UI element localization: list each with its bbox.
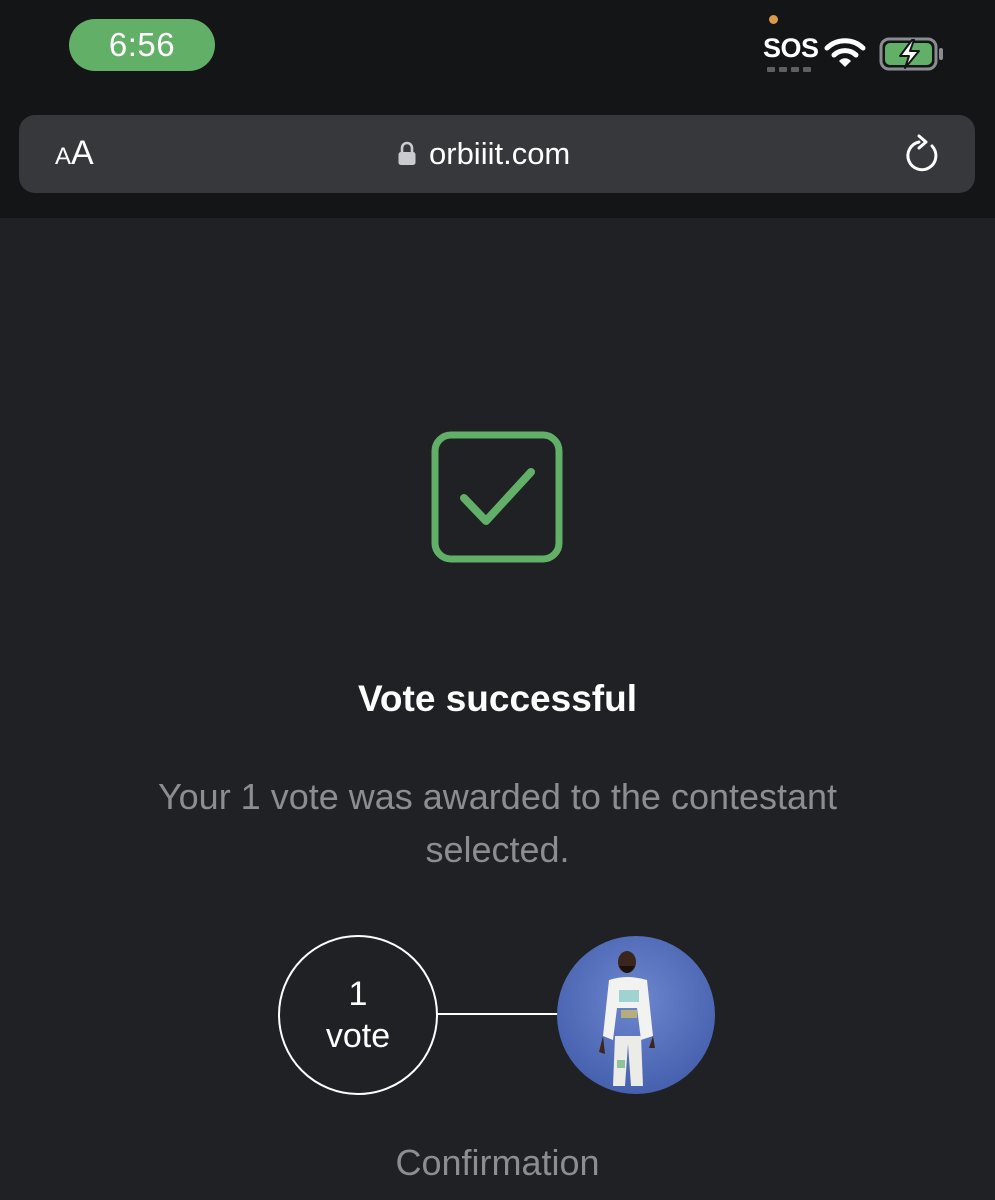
connector-line xyxy=(437,1013,559,1015)
lock-icon xyxy=(398,141,416,165)
battery-charging-icon xyxy=(879,37,943,71)
wifi-icon xyxy=(824,38,866,67)
confirmation-caption: Confirmation xyxy=(395,1142,600,1183)
text-size-small-label: A xyxy=(55,143,72,170)
text-size-button[interactable]: AA xyxy=(55,133,94,177)
checkmark-icon xyxy=(431,431,563,563)
status-bar: 6:56 SOS AA orbiiit.com xyxy=(0,0,995,218)
address-bar[interactable]: AA orbiiit.com xyxy=(19,115,975,193)
signal-dots xyxy=(767,67,813,73)
success-message: Your 1 vote was awarded to the contestan… xyxy=(157,776,838,870)
browser-page: 6:56 SOS AA orbiiit.com Vote successful … xyxy=(0,0,995,1200)
vote-unit: vote xyxy=(325,1017,391,1055)
reload-icon[interactable] xyxy=(902,134,944,176)
vote-count-badge: 1 vote xyxy=(278,935,438,1095)
text-size-large-label: A xyxy=(71,134,94,172)
status-time: 6:56 xyxy=(69,19,215,71)
url-text: orbiiit.com xyxy=(429,136,571,171)
vote-count: 1 xyxy=(348,975,368,1013)
carrier-label: SOS xyxy=(763,33,819,63)
success-title: Vote successful xyxy=(358,678,637,719)
privacy-indicator-dot xyxy=(769,15,778,24)
url-field[interactable]: orbiiit.com xyxy=(397,133,570,175)
contestant-avatar xyxy=(557,936,715,1094)
